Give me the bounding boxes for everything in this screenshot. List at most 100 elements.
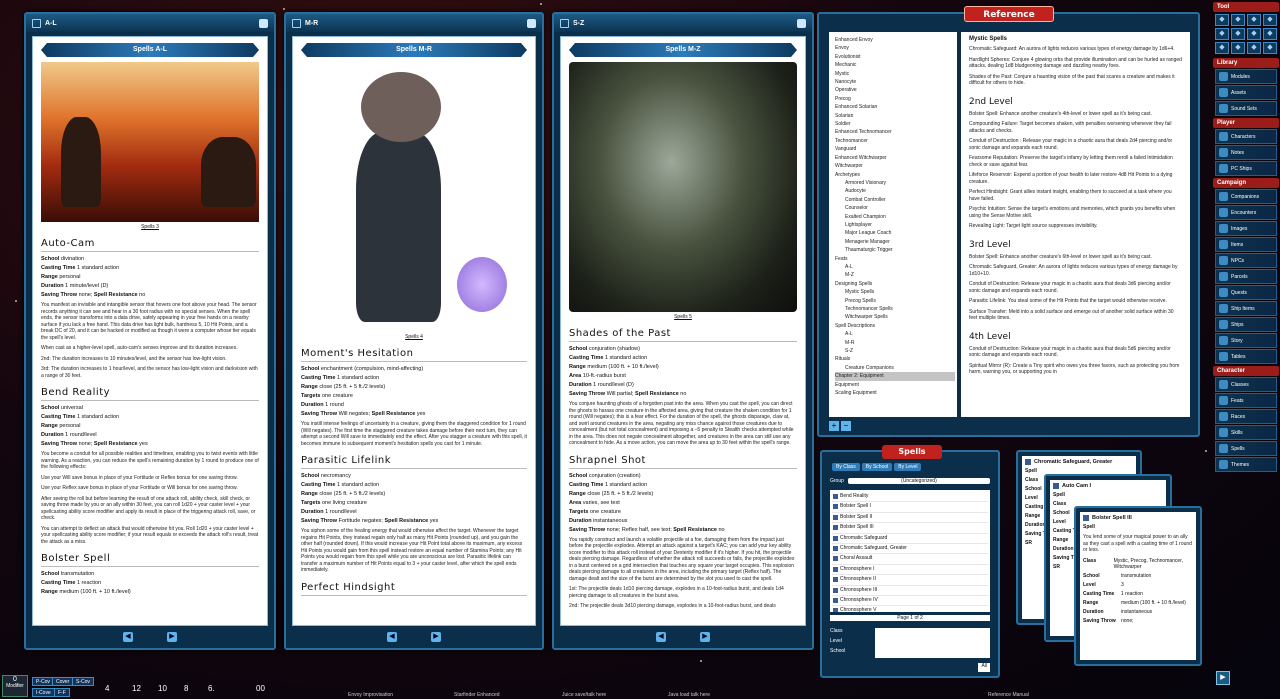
tool-icon[interactable]: ◆ xyxy=(1215,42,1229,54)
sidebar-item[interactable]: Parcels xyxy=(1215,269,1277,284)
toc-item[interactable]: Enhanced Witchwarper xyxy=(835,154,955,162)
tool-icon[interactable]: ◆ xyxy=(1215,14,1229,26)
toc-item[interactable]: A-L xyxy=(835,330,955,338)
toc-item[interactable]: S-Z xyxy=(835,347,955,355)
lock-icon[interactable] xyxy=(527,19,536,28)
toc-item[interactable]: Soldier xyxy=(835,120,955,128)
tool-icon[interactable]: ◆ xyxy=(1263,42,1277,54)
toc-item[interactable]: Enhanced Solarian xyxy=(835,103,955,111)
reference-window[interactable]: Reference Enhanced EnvoyEnvoyEvolutionis… xyxy=(817,12,1200,437)
tool-icon[interactable]: ◆ xyxy=(1247,28,1261,40)
hotkey-slot[interactable]: Juice save/talk here xyxy=(562,692,606,698)
window-titlebar[interactable]: M-R xyxy=(286,14,542,32)
next-page-button[interactable]: ▶ xyxy=(167,632,177,642)
toc-item[interactable]: Mechanic xyxy=(835,61,955,69)
tab-by-level[interactable]: By Level xyxy=(894,463,921,471)
toc-item[interactable]: Archetypes xyxy=(835,171,955,179)
spell-card[interactable]: Bolster Spell III Spell You lend some of… xyxy=(1074,506,1202,666)
toc-item[interactable]: A-L xyxy=(835,263,955,271)
toc-item[interactable]: Scaling Equipment xyxy=(835,389,955,397)
spells-title[interactable]: Spells xyxy=(882,445,942,459)
cover-button[interactable]: Cover xyxy=(52,677,73,686)
tool-icon[interactable]: ◆ xyxy=(1263,28,1277,40)
spell-list-item[interactable]: Bolster Spell III xyxy=(832,523,988,533)
sidebar-item[interactable]: Ship Items xyxy=(1215,301,1277,316)
toc-item[interactable]: Menagerie Manager xyxy=(835,238,955,246)
spell-list-item[interactable]: Chronosphere II xyxy=(832,575,988,585)
d4-die[interactable]: 4 xyxy=(105,684,109,693)
sidebar-item[interactable]: Companions xyxy=(1215,189,1277,204)
spell-list-item[interactable]: Chronosphere IV xyxy=(832,596,988,606)
image-caption-link[interactable]: Spells 4 xyxy=(301,334,527,340)
tool-icon[interactable]: ◆ xyxy=(1231,28,1245,40)
tool-icon[interactable]: ◆ xyxy=(1215,28,1229,40)
sidebar-item[interactable]: Encounters xyxy=(1215,205,1277,220)
tool-icon[interactable]: ◆ xyxy=(1247,14,1261,26)
toc-item[interactable]: Technomancer xyxy=(835,137,955,145)
d6-die[interactable]: 6. xyxy=(208,684,215,693)
toc-item[interactable]: Spell Descriptions xyxy=(835,322,955,330)
toc-item[interactable]: Thaumaturgic Trigger xyxy=(835,246,955,254)
sidebar-item[interactable]: Story xyxy=(1215,333,1277,348)
hotkey-slot[interactable]: Envoy Improvisation xyxy=(348,692,393,698)
toc-item[interactable]: Enhanced Technomancer xyxy=(835,128,955,136)
toc-item[interactable]: Feats xyxy=(835,255,955,263)
tab-by-class[interactable]: By Class xyxy=(832,463,860,471)
sidebar-item[interactable]: Assets xyxy=(1215,85,1277,100)
toc-item[interactable]: Enhanced Envoy xyxy=(835,36,955,44)
toc-item[interactable]: Vanguard xyxy=(835,145,955,153)
add-button[interactable]: + xyxy=(829,421,839,431)
filter-class-input[interactable] xyxy=(875,628,990,638)
spell-list-item[interactable]: Bolster Spell II xyxy=(832,513,988,523)
cover-button[interactable]: P-Cov xyxy=(32,677,54,686)
image-caption-link[interactable]: Spells 5 xyxy=(569,314,797,320)
spell-list-item[interactable]: Chromatic Safeguard, Greater xyxy=(832,544,988,554)
book-window-s-z[interactable]: S-Z Spells M-Z Spells 5 Shades of the Pa… xyxy=(552,12,814,650)
tool-icon[interactable]: ◆ xyxy=(1231,42,1245,54)
sidebar-section-title[interactable]: Character xyxy=(1213,366,1279,376)
filter-level-input[interactable] xyxy=(875,638,990,648)
spell-list-item[interactable]: Bend Reality xyxy=(832,492,988,502)
sidebar-item[interactable]: Spells xyxy=(1215,441,1277,456)
group-select[interactable]: (Uncategorized) xyxy=(848,478,990,484)
tool-icon[interactable]: ◆ xyxy=(1247,42,1261,54)
spells-window[interactable]: Spells By Class By School By Level Group… xyxy=(820,450,1000,678)
toc-item[interactable]: Solarian xyxy=(835,112,955,120)
toc-item[interactable]: Major League Coach xyxy=(835,229,955,237)
sidebar-item[interactable]: Quests xyxy=(1215,285,1277,300)
window-titlebar[interactable]: S-Z xyxy=(554,14,812,32)
toc-item[interactable]: Mystic Spells xyxy=(835,288,955,296)
spell-list[interactable]: Bend RealityBolster Spell IBolster Spell… xyxy=(830,490,990,612)
tool-icon[interactable]: ◆ xyxy=(1231,14,1245,26)
toc-item[interactable]: Lightsplayer xyxy=(835,221,955,229)
sidebar-section-title[interactable]: Player xyxy=(1213,118,1279,128)
sidebar-item[interactable]: Modules xyxy=(1215,69,1277,84)
toc-item[interactable]: Exalted Champion xyxy=(835,213,955,221)
toc-item[interactable]: Chapter 2: Equipment xyxy=(835,372,955,380)
sidebar-item[interactable]: Skills xyxy=(1215,425,1277,440)
toc-item[interactable]: Technomancer Spells xyxy=(835,305,955,313)
spell-list-item[interactable]: Choral Assault xyxy=(832,554,988,564)
cover-button[interactable]: I-Cove xyxy=(32,688,55,697)
toc-item[interactable]: Designing Spells xyxy=(835,280,955,288)
toc-item[interactable]: Equipment xyxy=(835,381,955,389)
window-titlebar[interactable]: A-L xyxy=(26,14,274,32)
lock-icon[interactable] xyxy=(259,19,268,28)
toc-item[interactable]: Nanocyte xyxy=(835,78,955,86)
hotkey-slot[interactable]: Starfinder Enhanced xyxy=(454,692,500,698)
spell-list-item[interactable]: Chronosphere III xyxy=(832,586,988,596)
sidebar-item[interactable]: Characters xyxy=(1215,129,1277,144)
toc-item[interactable]: M-R xyxy=(835,339,955,347)
sidebar-item[interactable]: Notes xyxy=(1215,145,1277,160)
tab-by-school[interactable]: By School xyxy=(862,463,893,471)
spell-list-item[interactable]: Chronosphere I xyxy=(832,565,988,575)
toc-item[interactable]: Counselor xyxy=(835,204,955,212)
next-page-button[interactable]: ▶ xyxy=(700,632,710,642)
toc-item[interactable]: Evolutionist xyxy=(835,53,955,61)
toc-item[interactable]: Armored Visionary xyxy=(835,179,955,187)
sidebar-item[interactable]: Races xyxy=(1215,409,1277,424)
modifier-box[interactable]: 0 Modifier xyxy=(2,675,28,697)
sidebar-item[interactable]: Tables xyxy=(1215,349,1277,364)
toc-item[interactable]: Mystic xyxy=(835,70,955,78)
sidebar-item[interactable]: Classes xyxy=(1215,377,1277,392)
